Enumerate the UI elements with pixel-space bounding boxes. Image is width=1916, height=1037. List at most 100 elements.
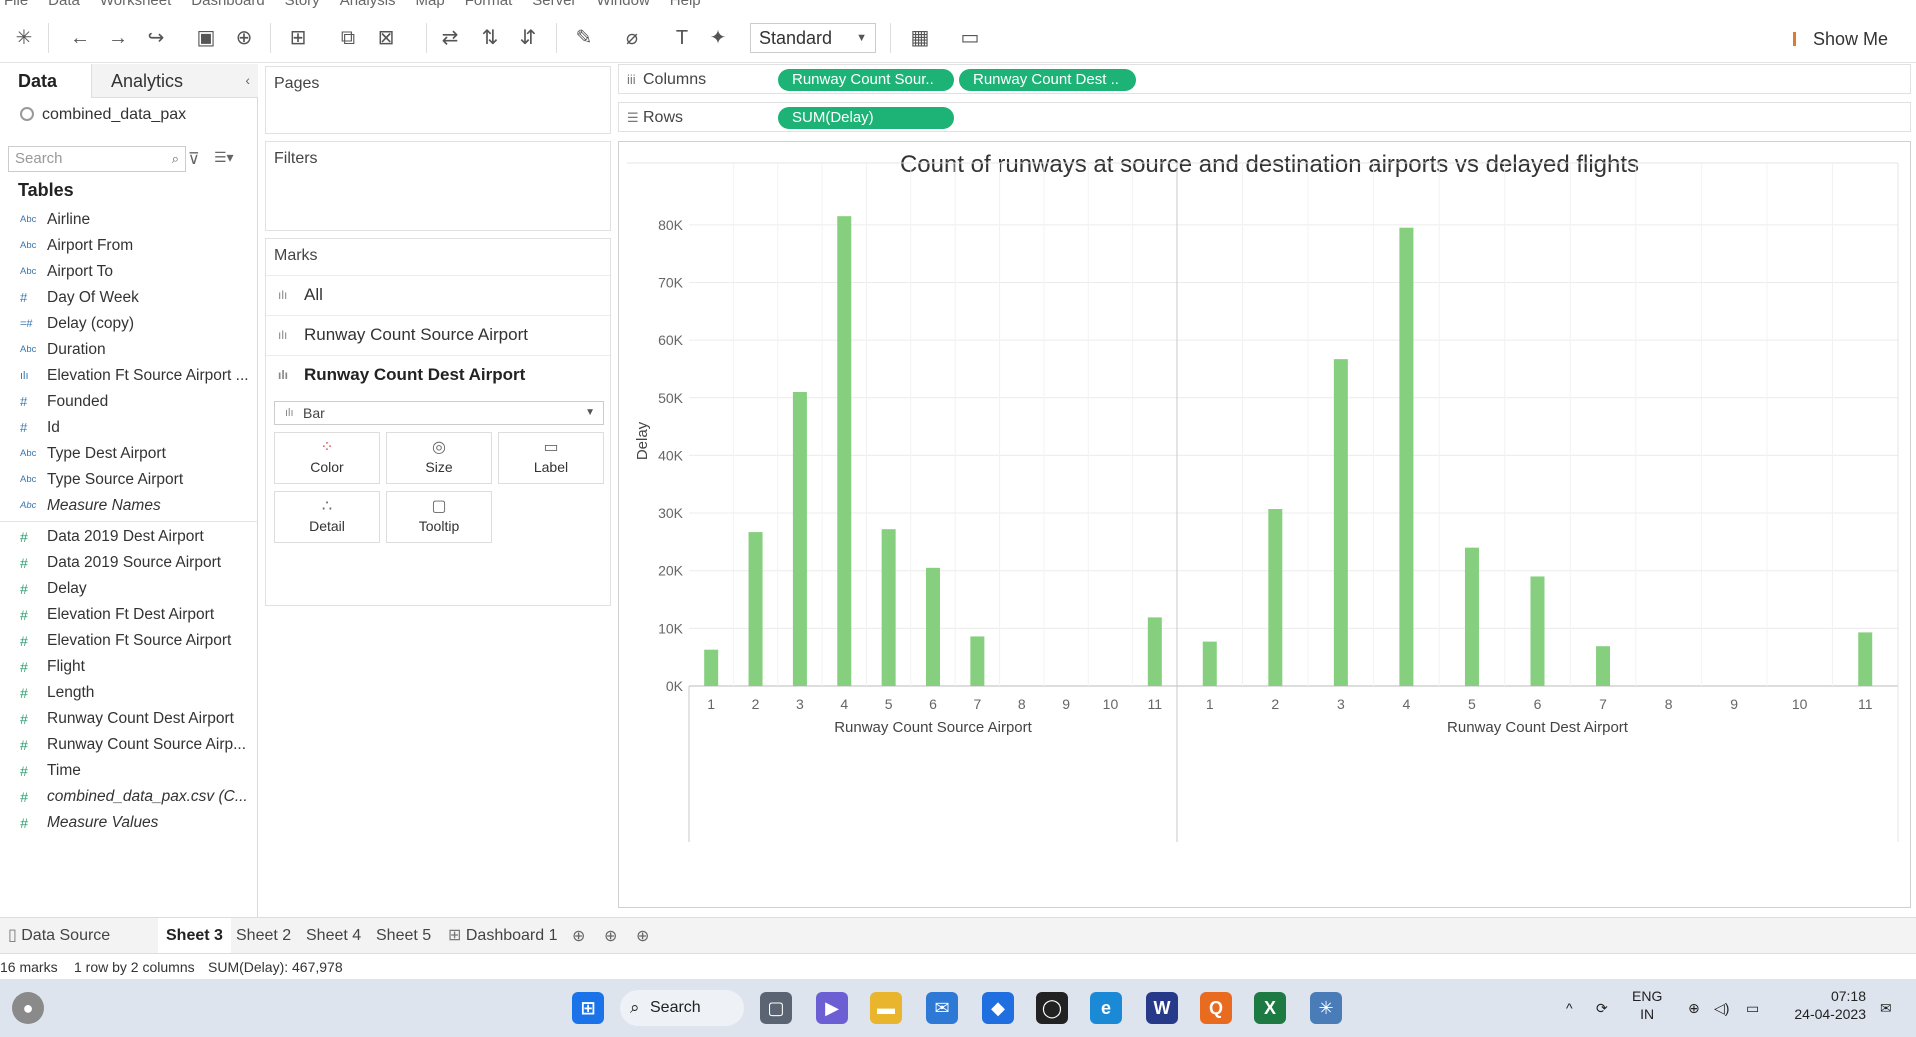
field-item[interactable]: # Elevation Ft Dest Airport <box>0 602 258 628</box>
menu-item[interactable]: Map <box>416 0 445 9</box>
datasource-item[interactable]: combined_data_pax <box>20 106 186 124</box>
task-view-icon[interactable]: ▢ <box>760 992 792 1024</box>
pages-card[interactable]: Pages <box>265 66 611 134</box>
sheet-tab[interactable]: Sheet 3 <box>158 918 231 954</box>
new-worksheet-icon[interactable]: ⊕ <box>572 926 585 946</box>
field-item[interactable]: =# Delay (copy) <box>0 311 258 337</box>
volume-icon[interactable]: ◁) <box>1714 999 1729 1017</box>
filter-icon[interactable]: ⊽ <box>188 149 200 169</box>
label-button[interactable]: ▭ Label <box>498 432 604 484</box>
field-item[interactable]: # Delay <box>0 576 258 602</box>
battery-icon[interactable]: ▭ <box>1746 999 1759 1017</box>
menu-item[interactable]: File <box>4 0 28 9</box>
columns-pill-dest[interactable]: Runway Count Dest .. <box>959 69 1136 91</box>
new-datasource-icon[interactable]: ⊕ <box>230 25 258 51</box>
field-item[interactable]: Abc Duration <box>0 337 258 363</box>
replay-icon[interactable]: ↪ <box>142 25 170 51</box>
menu-item[interactable]: Server <box>532 0 576 9</box>
sheet-tab[interactable]: Sheet 5 <box>368 918 439 954</box>
menu-item[interactable]: Format <box>465 0 513 9</box>
new-story-icon[interactable]: ⊕ <box>636 926 649 946</box>
field-item[interactable]: Abc Type Source Airport <box>0 467 258 493</box>
network-icon[interactable]: ⊕ <box>1688 999 1700 1017</box>
mark-type-select[interactable]: ılı Bar ▼ <box>274 401 604 425</box>
field-item[interactable]: Abc Airport To <box>0 259 258 285</box>
sheet-tab[interactable]: Sheet 4 <box>298 918 369 954</box>
field-item[interactable]: # Elevation Ft Source Airport <box>0 628 258 654</box>
mail-icon[interactable]: ✉ <box>926 992 958 1024</box>
field-item[interactable]: # Runway Count Source Airp... <box>0 732 258 758</box>
sort-descending-icon[interactable]: ⇵ <box>514 25 542 51</box>
presentation-icon[interactable]: ▭ <box>956 25 984 51</box>
field-item[interactable]: # Founded <box>0 389 258 415</box>
start-icon[interactable]: ⊞ <box>572 992 604 1024</box>
notification-icon[interactable]: ✉ <box>1880 999 1892 1017</box>
clock[interactable]: 07:18 24-04-2023 <box>1786 987 1866 1023</box>
field-item[interactable]: # Time <box>0 758 258 784</box>
group-icon[interactable]: ⌀ <box>618 25 646 51</box>
highlight-icon[interactable]: ✎ <box>570 25 598 51</box>
tooltip-button[interactable]: ▢ Tooltip <box>386 491 492 543</box>
search-input[interactable]: Search ⌕ <box>8 146 186 172</box>
columns-pill-source[interactable]: Runway Count Sour.. <box>778 69 954 91</box>
menu-item[interactable]: Help <box>670 0 701 9</box>
field-item[interactable]: # Runway Count Dest Airport <box>0 706 258 732</box>
dropbox-icon[interactable]: ◆ <box>982 992 1014 1024</box>
field-item[interactable]: # Data 2019 Source Airport <box>0 550 258 576</box>
field-item[interactable]: # combined_data_pax.csv (C... <box>0 784 258 810</box>
tableau-logo-icon[interactable]: ✳ <box>10 25 38 51</box>
language-indicator[interactable]: ENG IN <box>1632 987 1662 1023</box>
field-item[interactable]: # Measure Values <box>0 810 258 836</box>
tab-analytics[interactable]: Analytics <box>93 64 223 98</box>
field-item[interactable]: ılı Elevation Ft Source Airport ... <box>0 363 258 389</box>
show-me-button[interactable]: Show Me <box>1792 26 1888 52</box>
undo-icon[interactable]: ← <box>66 25 94 51</box>
sync-icon[interactable]: ⟳ <box>1596 999 1608 1017</box>
new-worksheet-icon[interactable]: ⊞ <box>284 25 312 51</box>
show-cards-icon[interactable]: ▦ <box>906 25 934 51</box>
tableau-public-icon[interactable]: ✳ <box>1310 992 1342 1024</box>
qlik-icon[interactable]: Q <box>1200 992 1232 1024</box>
tab-data[interactable]: Data <box>0 64 92 98</box>
field-item[interactable]: Abc Airline <box>0 207 258 233</box>
view-options-icon[interactable]: ☰▾ <box>214 149 234 166</box>
field-item[interactable]: # Length <box>0 680 258 706</box>
filters-card[interactable]: Filters <box>265 141 611 231</box>
excel-icon[interactable]: X <box>1254 992 1286 1024</box>
chevron-up-icon[interactable]: ^ <box>1566 999 1573 1017</box>
marks-row-source[interactable]: ılı Runway Count Source Airport <box>266 315 610 353</box>
detail-button[interactable]: ∴ Detail <box>274 491 380 543</box>
fit-mode-select[interactable]: Standard ▼ <box>750 23 876 53</box>
menu-item[interactable]: Story <box>285 0 320 9</box>
edge-icon[interactable]: e <box>1090 992 1122 1024</box>
color-button[interactable]: ⁘ Color <box>274 432 380 484</box>
field-item[interactable]: # Flight <box>0 654 258 680</box>
field-item[interactable]: # Data 2019 Dest Airport <box>0 524 258 550</box>
columns-shelf[interactable]: iii Columns Runway Count Sour.. Runway Co… <box>618 64 1911 94</box>
label-icon[interactable]: T <box>668 25 696 51</box>
duplicate-icon[interactable]: ⧉ <box>334 25 362 51</box>
marks-row-dest[interactable]: ılı Runway Count Dest Airport <box>266 355 610 393</box>
swap-icon[interactable]: ⇄ <box>436 25 464 51</box>
weather-icon[interactable]: ● <box>12 992 44 1024</box>
field-item[interactable]: Abc Airport From <box>0 233 258 259</box>
file-explorer-icon[interactable]: ▬ <box>870 992 902 1024</box>
menu-item[interactable]: Data <box>48 0 80 9</box>
menu-item[interactable]: Dashboard <box>191 0 264 9</box>
menu-item[interactable]: Window <box>596 0 649 9</box>
menu-item[interactable]: Analysis <box>340 0 396 9</box>
field-item[interactable]: Abc Measure Names <box>0 493 258 519</box>
sort-ascending-icon[interactable]: ⇅ <box>476 25 504 51</box>
sheet-tab[interactable]: ▯ Data Source <box>0 918 118 954</box>
rows-shelf[interactable]: ☰ Rows SUM(Delay) <box>618 102 1911 132</box>
sheet-tab[interactable]: Sheet 2 <box>228 918 299 954</box>
collapse-pane-icon[interactable]: ‹ <box>245 72 250 88</box>
sheet-tab[interactable]: ⊞ Dashboard 1 <box>440 918 565 954</box>
clear-sheet-icon[interactable]: ⊠ <box>372 25 400 51</box>
new-dashboard-icon[interactable]: ⊕ <box>604 926 617 946</box>
taskbar-search[interactable]: ⌕ Search <box>620 990 744 1026</box>
save-icon[interactable]: ▣ <box>192 25 220 51</box>
menu-item[interactable]: Worksheet <box>100 0 171 9</box>
redo-icon[interactable]: → <box>104 25 132 51</box>
field-item[interactable]: # Id <box>0 415 258 441</box>
